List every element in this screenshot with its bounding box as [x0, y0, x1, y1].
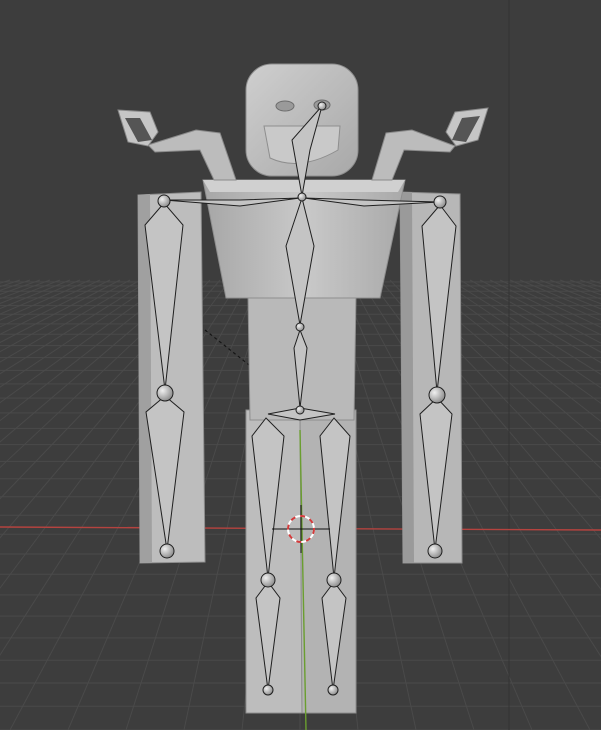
joint-wrist-left[interactable]: [159, 543, 175, 559]
left-eye: [275, 100, 295, 112]
joint-head-tip[interactable]: [317, 101, 327, 111]
right-hand-mesh[interactable]: [371, 129, 456, 181]
grid-line: [559, 279, 601, 296]
grid-line: [519, 279, 601, 316]
joint-knee-left[interactable]: [260, 572, 276, 588]
grid-line: [9, 279, 251, 730]
grid-line: [499, 279, 601, 328]
grid-line: [0, 279, 81, 315]
grid-line: [0, 279, 141, 363]
grid-line: [349, 279, 591, 730]
joint-ankle-left[interactable]: [262, 684, 274, 696]
grid-line: [439, 279, 601, 389]
grid-line: [0, 279, 61, 304]
grid-line: [0, 279, 101, 328]
joint-shoulder-right[interactable]: [433, 195, 447, 209]
grid-line: [0, 279, 21, 288]
joint-spine[interactable]: [295, 322, 305, 332]
joint-elbow-left[interactable]: [156, 384, 174, 402]
joint-neck[interactable]: [297, 192, 307, 202]
left-hand-mesh[interactable]: [147, 129, 237, 181]
joint-pelvis[interactable]: [295, 405, 305, 415]
grid-line: [579, 279, 601, 288]
grid-line: [359, 279, 601, 658]
joint-knee-right[interactable]: [326, 572, 342, 588]
3d-viewport[interactable]: [0, 0, 601, 730]
joint-elbow-right[interactable]: [428, 386, 446, 404]
joint-wrist-right[interactable]: [427, 543, 443, 559]
joint-shoulder-left[interactable]: [157, 194, 171, 208]
grid-line: [459, 279, 601, 364]
grid-line: [0, 279, 41, 295]
joint-ankle-right[interactable]: [327, 684, 339, 696]
viewport-canvas[interactable]: [0, 0, 601, 730]
